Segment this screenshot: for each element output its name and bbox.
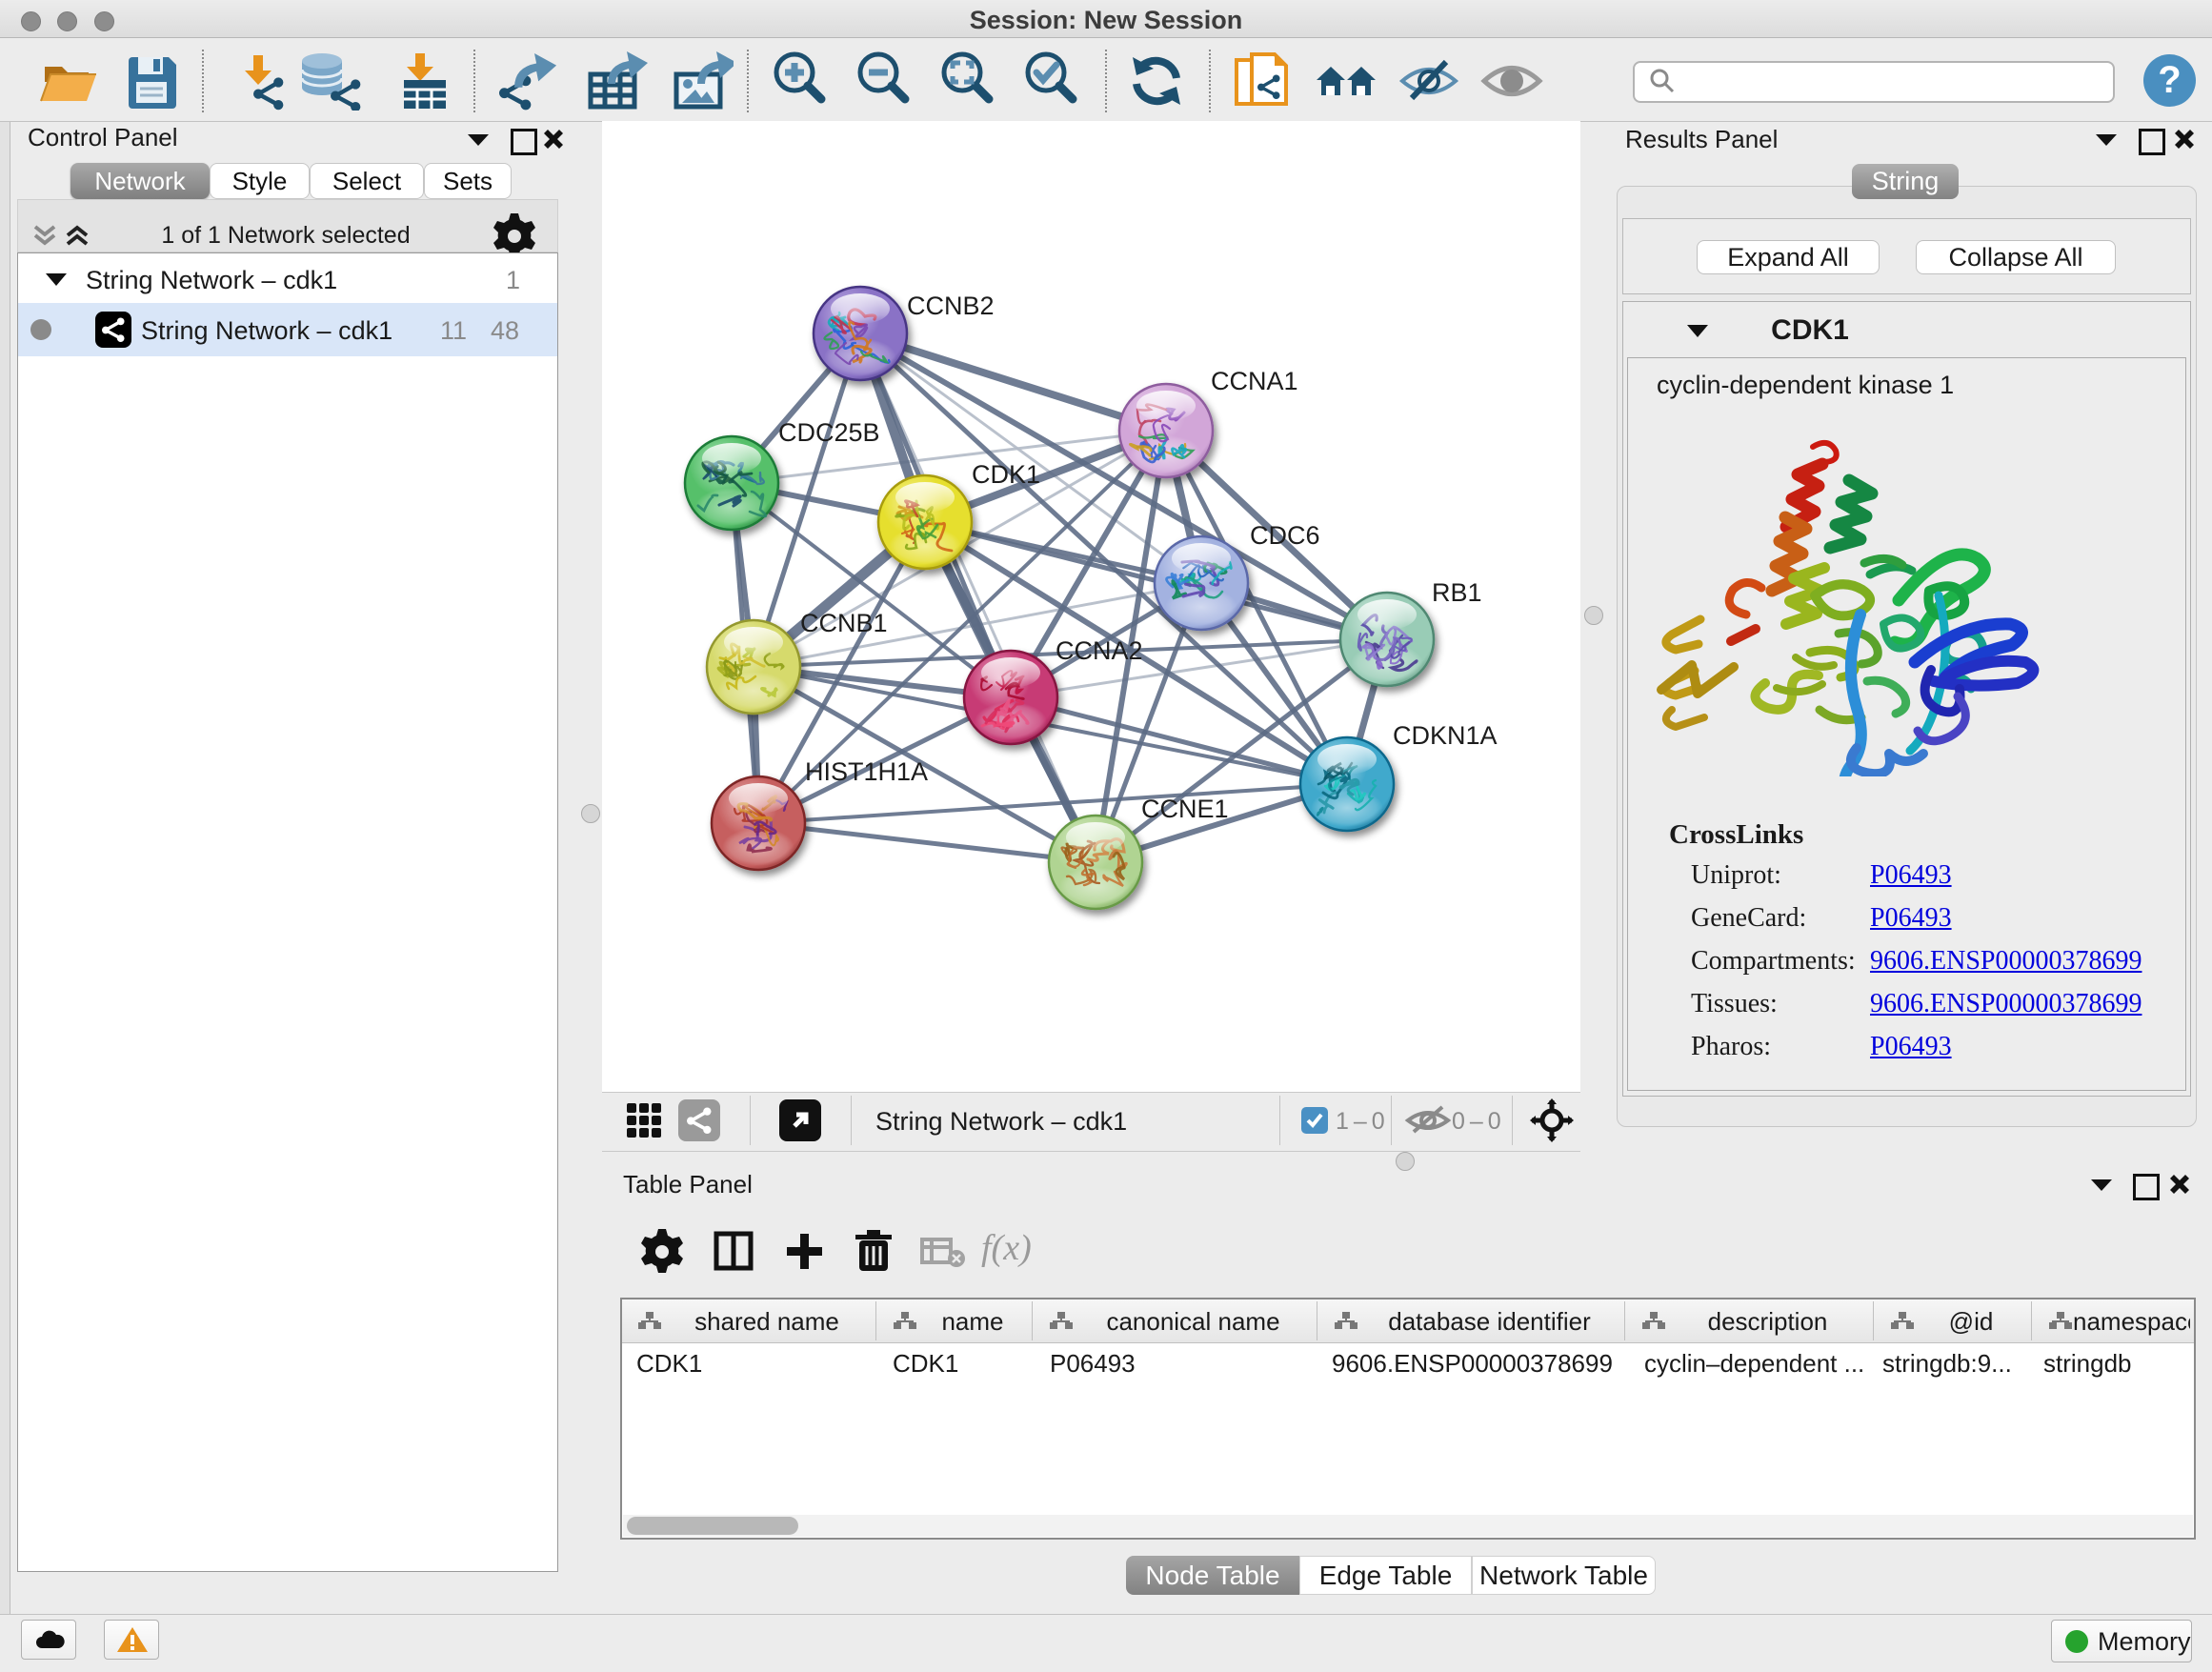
svg-text:CCNE1: CCNE1 xyxy=(1141,795,1229,823)
svg-text:CCNB2: CCNB2 xyxy=(907,292,995,320)
svg-text:HIST1H1A: HIST1H1A xyxy=(805,757,928,786)
svg-text:CDK1: CDK1 xyxy=(972,460,1040,489)
svg-text:CDKN1A: CDKN1A xyxy=(1393,721,1498,750)
svg-text:CCNA2: CCNA2 xyxy=(1056,636,1143,665)
svg-text:CDC25B: CDC25B xyxy=(778,418,880,447)
svg-text:CCNB1: CCNB1 xyxy=(800,609,888,637)
svg-text:CDC6: CDC6 xyxy=(1250,521,1320,550)
svg-text:CCNA1: CCNA1 xyxy=(1211,367,1298,395)
svg-text:RB1: RB1 xyxy=(1432,578,1482,607)
